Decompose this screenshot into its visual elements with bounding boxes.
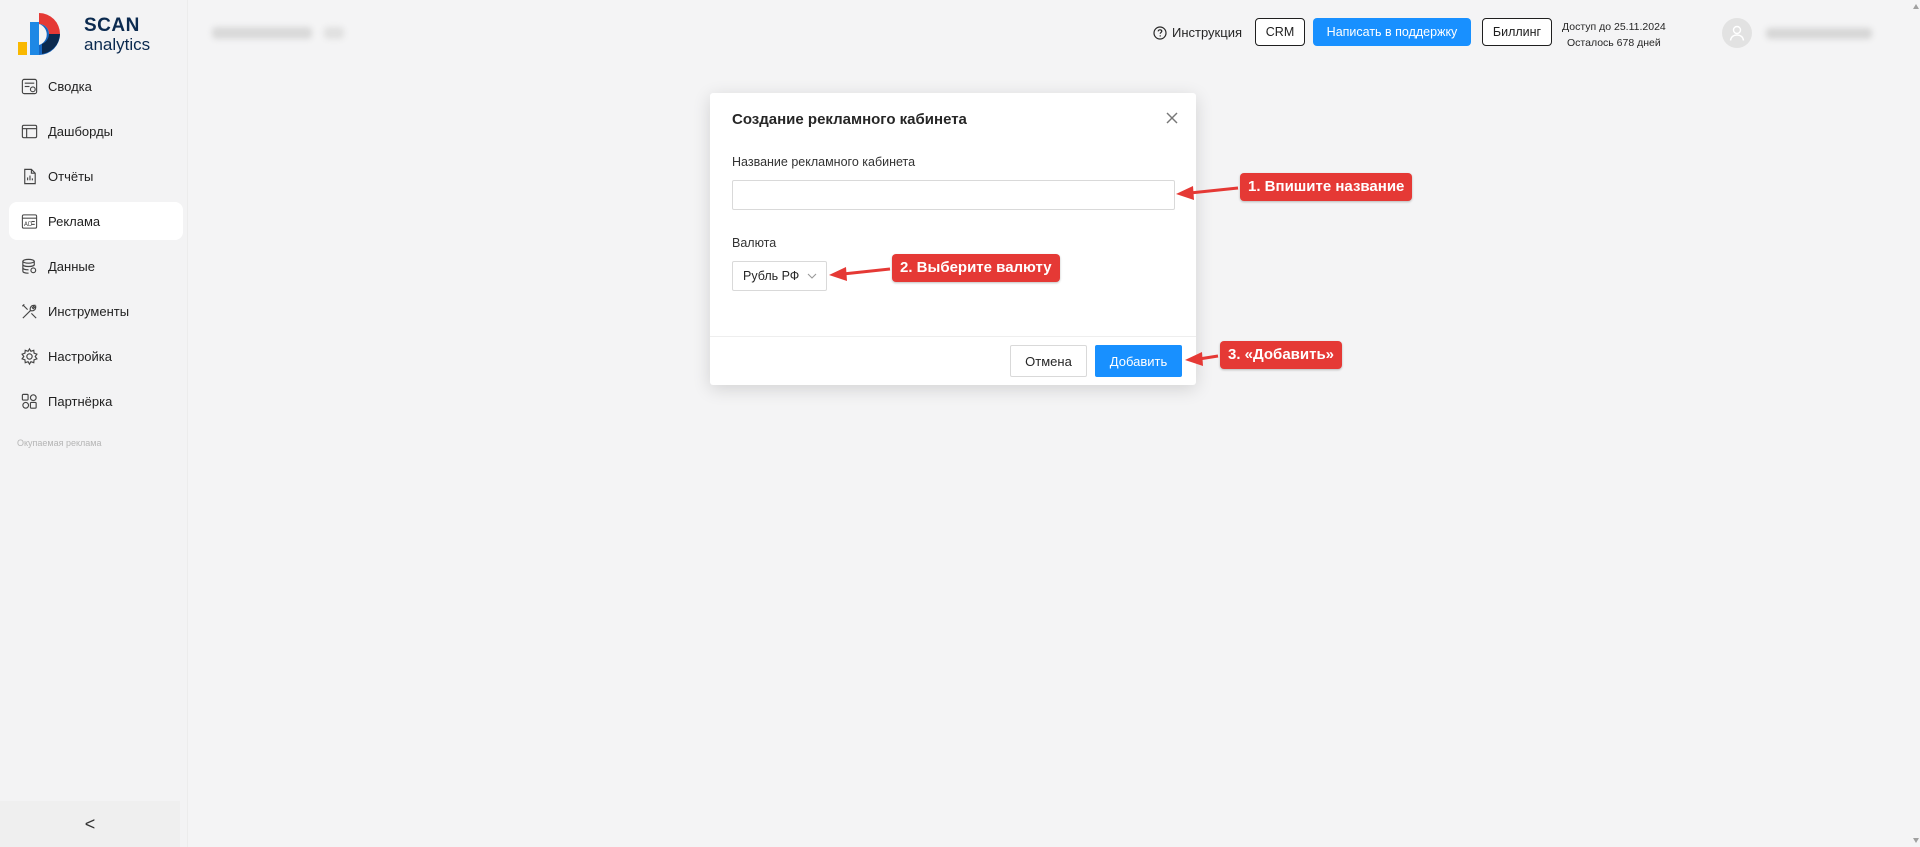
sidebar-item-label: Сводка — [48, 78, 92, 94]
ad-account-name-input[interactable] — [732, 180, 1175, 210]
sidebar-item-ads[interactable]: AD Реклама — [9, 202, 183, 240]
sidebar-section-label: Окупаемая реклама — [17, 438, 102, 448]
sidebar-item-label: Отчёты — [48, 168, 94, 184]
currency-select-value: Рубль РФ — [743, 269, 800, 283]
chevron-down-icon — [807, 273, 817, 279]
sidebar-item-label: Реклама — [48, 213, 101, 229]
sidebar-item-label: Дашборды — [48, 123, 113, 139]
close-icon[interactable] — [1164, 110, 1180, 126]
dashboard-icon — [19, 121, 39, 141]
scrollbar[interactable] — [1912, 0, 1920, 847]
sidebar-item-partner[interactable]: Партнёрка — [9, 382, 183, 420]
support-button[interactable]: Написать в поддержку — [1313, 18, 1471, 46]
user-icon — [1729, 25, 1745, 41]
sidebar-item-label: Инструменты — [48, 303, 130, 319]
database-icon — [19, 256, 39, 276]
sidebar-item-data[interactable]: Данные — [9, 247, 183, 285]
scroll-down-icon[interactable] — [1913, 838, 1919, 843]
sidebar-item-label: Данные — [48, 258, 95, 274]
annotation-step3: 3. «Добавить» — [1220, 341, 1343, 369]
cancel-button[interactable]: Отмена — [1010, 345, 1087, 377]
sidebar-item-summary[interactable]: Сводка — [9, 67, 183, 105]
help-link[interactable]: Инструкция — [1153, 25, 1242, 40]
currency-field-label: Валюта — [732, 236, 777, 250]
sidebar-item-label: Настройка — [48, 348, 112, 364]
gear-icon — [19, 346, 39, 366]
access-until: Доступ до 25.11.2024 — [1562, 21, 1666, 33]
top-bar: Инструкция CRM Написать в поддержку Билл… — [0, 17, 1920, 49]
days-left: Осталось 678 дней — [1567, 37, 1661, 49]
user-name-blurred[interactable] — [1766, 28, 1872, 39]
help-link-label: Инструкция — [1172, 25, 1242, 40]
sidebar-item-dashboards[interactable]: Дашборды — [9, 112, 183, 150]
access-info: Доступ до 25.11.2024 Осталось 678 дней — [1562, 19, 1666, 51]
scroll-up-icon[interactable] — [1913, 4, 1919, 9]
sidebar: SCAN analytics Сводка Дашборды Отчёты AD — [0, 0, 188, 847]
ad-icon: AD — [19, 211, 39, 231]
create-ad-account-modal: Создание рекламного кабинета Название ре… — [710, 93, 1196, 385]
sidebar-item-reports[interactable]: Отчёты — [9, 157, 183, 195]
sidebar-item-settings[interactable]: Настройка — [9, 337, 183, 375]
annotation-step2: 2. Выберите валюту — [892, 254, 1060, 282]
modal-footer-divider — [710, 336, 1196, 337]
report-icon — [19, 166, 39, 186]
tools-icon — [19, 301, 39, 321]
avatar[interactable] — [1722, 18, 1752, 48]
annotation-step1: 1. Впишите название — [1240, 173, 1413, 201]
crm-button[interactable]: CRM — [1255, 18, 1305, 46]
currency-select[interactable]: Рубль РФ — [732, 261, 827, 291]
sidebar-nav: Сводка Дашборды Отчёты AD Реклама Данные — [9, 67, 183, 427]
sidebar-item-label: Партнёрка — [48, 393, 113, 409]
sidebar-item-tools[interactable]: Инструменты — [9, 292, 183, 330]
modal-title: Создание рекламного кабинета — [732, 111, 967, 128]
partner-icon — [19, 391, 39, 411]
sidebar-collapse-button[interactable]: < — [0, 801, 180, 847]
chevron-left-icon: < — [84, 813, 96, 834]
billing-button[interactable]: Биллинг — [1482, 18, 1552, 46]
name-field-label: Название рекламного кабинета — [732, 155, 916, 169]
add-button[interactable]: Добавить — [1095, 345, 1182, 377]
question-circle-icon — [1153, 25, 1167, 40]
summary-icon — [19, 76, 39, 96]
